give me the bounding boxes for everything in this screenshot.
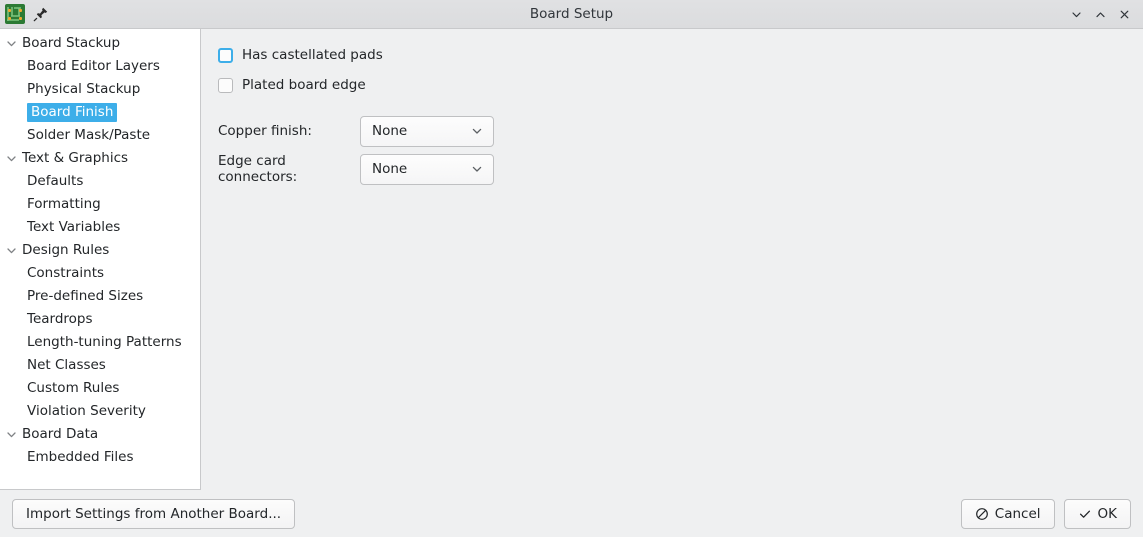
dialog-body: Board StackupBoard Editor LayersPhysical…	[0, 29, 1143, 490]
sidebar-item-label: Embedded Files	[27, 446, 133, 469]
window-controls	[1065, 3, 1143, 25]
sidebar-item-label: Length-tuning Patterns	[27, 331, 182, 354]
sidebar-item-constraints[interactable]: Constraints	[0, 262, 200, 285]
chevron-down-icon	[470, 162, 484, 176]
sidebar-item-label: Board Stackup	[22, 32, 120, 55]
sidebar-item-label: Board Editor Layers	[27, 55, 160, 78]
sidebar-item-defaults[interactable]: Defaults	[0, 170, 200, 193]
sidebar-item-design-rules[interactable]: Design Rules	[0, 239, 200, 262]
chevron-down-icon	[470, 124, 484, 138]
chevron-down-icon[interactable]	[0, 244, 22, 257]
dialog-footer: Import Settings from Another Board... Ca…	[0, 490, 1143, 537]
sidebar-item-violation-severity[interactable]: Violation Severity	[0, 400, 200, 423]
sidebar-item-net-classes[interactable]: Net Classes	[0, 354, 200, 377]
dropdown-value: None	[372, 161, 407, 177]
sidebar-item-text-variables[interactable]: Text Variables	[0, 216, 200, 239]
field-label: Edge card connectors:	[218, 153, 360, 185]
sidebar-item-label: Net Classes	[27, 354, 106, 377]
pin-icon[interactable]	[33, 6, 49, 22]
checkbox-row[interactable]: Plated board edge	[218, 72, 1143, 98]
dropdown-copper-finish[interactable]: None	[360, 116, 494, 147]
title-bar: Board Setup	[0, 0, 1143, 29]
sidebar-item-teardrops[interactable]: Teardrops	[0, 308, 200, 331]
board-setup-dialog: Board Setup Board StackupBoard Editor La…	[0, 0, 1143, 537]
sidebar-item-label: Teardrops	[27, 308, 93, 331]
sidebar-item-label: Defaults	[27, 170, 83, 193]
pcb-board-icon	[5, 4, 25, 24]
chevron-down-icon[interactable]	[0, 428, 22, 441]
ok-button[interactable]: OK	[1064, 499, 1131, 529]
sidebar-item-label: Text & Graphics	[22, 147, 128, 170]
board-finish-panel: Has castellated pads Plated board edge Co…	[201, 29, 1143, 490]
sidebar-item-board-data[interactable]: Board Data	[0, 423, 200, 446]
checkbox-label: Has castellated pads	[242, 47, 383, 63]
dropdown-value: None	[372, 123, 407, 139]
cancel-button[interactable]: Cancel	[961, 499, 1055, 529]
sidebar-item-embedded-files[interactable]: Embedded Files	[0, 446, 200, 469]
sidebar-item-formatting[interactable]: Formatting	[0, 193, 200, 216]
maximize-button[interactable]	[1089, 3, 1111, 25]
sidebar-item-label: Violation Severity	[27, 400, 146, 423]
checkbox-group: Has castellated pads Plated board edge	[218, 42, 1143, 98]
sidebar-item-pre-defined-sizes[interactable]: Pre-defined Sizes	[0, 285, 200, 308]
sidebar-item-label: Pre-defined Sizes	[27, 285, 143, 308]
sidebar-item-label: Constraints	[27, 262, 104, 285]
sidebar-item-length-tuning-patterns[interactable]: Length-tuning Patterns	[0, 331, 200, 354]
import-settings-button[interactable]: Import Settings from Another Board...	[12, 499, 295, 529]
sidebar-item-label: Physical Stackup	[27, 78, 140, 101]
chevron-down-icon[interactable]	[0, 152, 22, 165]
field-row: Copper finish: None	[218, 112, 1143, 150]
sidebar-item-physical-stackup[interactable]: Physical Stackup	[0, 78, 200, 101]
field-label: Copper finish:	[218, 123, 360, 139]
sidebar-item-board-finish[interactable]: Board Finish	[0, 101, 200, 124]
sidebar-item-board-stackup[interactable]: Board Stackup	[0, 32, 200, 55]
checkbox-input[interactable]	[218, 48, 233, 63]
field-row: Edge card connectors: None	[218, 150, 1143, 188]
checkbox-label: Plated board edge	[242, 77, 366, 93]
dropdown-edge-card-connectors[interactable]: None	[360, 154, 494, 185]
sidebar-item-label: Custom Rules	[27, 377, 119, 400]
checkbox-row[interactable]: Has castellated pads	[218, 42, 1143, 68]
field-group: Copper finish: None Edge card connectors: N…	[218, 112, 1143, 188]
sidebar-item-label: Solder Mask/Paste	[27, 124, 150, 147]
sidebar-item-text-graphics[interactable]: Text & Graphics	[0, 147, 200, 170]
sidebar-item-label: Board Data	[22, 423, 98, 446]
ok-label: OK	[1098, 506, 1117, 522]
title-bar-icons	[0, 4, 49, 24]
sidebar-item-label: Design Rules	[22, 239, 109, 262]
settings-tree[interactable]: Board StackupBoard Editor LayersPhysical…	[0, 29, 201, 490]
sidebar-item-solder-mask-paste[interactable]: Solder Mask/Paste	[0, 124, 200, 147]
minimize-button[interactable]	[1065, 3, 1087, 25]
sidebar-item-custom-rules[interactable]: Custom Rules	[0, 377, 200, 400]
cancel-label: Cancel	[995, 506, 1041, 522]
close-button[interactable]	[1113, 3, 1135, 25]
sidebar-item-board-editor-layers[interactable]: Board Editor Layers	[0, 55, 200, 78]
chevron-down-icon[interactable]	[0, 37, 22, 50]
window-title: Board Setup	[0, 6, 1143, 22]
checkbox-input[interactable]	[218, 78, 233, 93]
no-entry-icon	[975, 507, 989, 521]
check-icon	[1078, 507, 1092, 521]
sidebar-item-label: Text Variables	[27, 216, 120, 239]
sidebar-item-label: Board Finish	[27, 103, 117, 122]
dialog-action-buttons: Cancel OK	[961, 499, 1131, 529]
sidebar-item-label: Formatting	[27, 193, 101, 216]
import-settings-label: Import Settings from Another Board...	[26, 506, 281, 522]
